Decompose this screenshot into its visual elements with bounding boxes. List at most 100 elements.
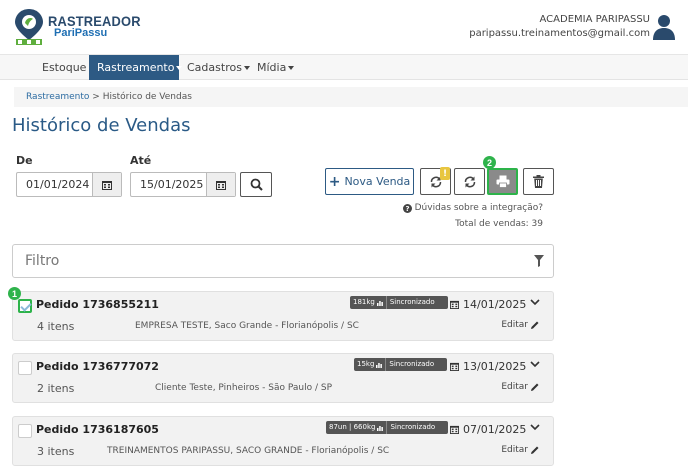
weight-tag: 15kg <box>354 358 386 371</box>
refresh-button[interactable] <box>454 168 485 195</box>
edit-order-link[interactable]: Editar <box>501 445 539 455</box>
weight-value: 87un | 660kg <box>329 423 376 431</box>
nav-label: Cadastros <box>187 61 242 74</box>
bar-chart-icon <box>377 425 384 431</box>
brand-subtitle: PariPassu <box>54 27 108 39</box>
user-organization: ACADEMIA PARIPASSU <box>539 14 650 25</box>
filter-input[interactable] <box>13 245 513 277</box>
order-date-value: 07/01/2025 <box>463 423 527 436</box>
order-card[interactable]: Pedido 1736187605 87un | 660kg Sincroniz… <box>12 416 554 466</box>
nav-item-midia[interactable]: Mídia <box>249 55 302 80</box>
app-header: RASTREADOR PariPassu ACADEMIA PARIPASSU … <box>0 0 688 55</box>
delete-button[interactable] <box>523 168 554 195</box>
calendar-icon <box>450 362 459 371</box>
nav-item-estoque[interactable]: Estoque <box>34 55 94 80</box>
from-date-label: De <box>16 154 33 167</box>
order-checkbox[interactable] <box>18 361 32 375</box>
calendar-icon <box>216 180 226 190</box>
weight-value: 181kg <box>353 298 375 306</box>
svg-text:?: ? <box>405 205 409 213</box>
plus-icon: + <box>328 173 341 190</box>
user-avatar-icon[interactable] <box>652 14 676 40</box>
new-sale-button[interactable]: + Nova Venda <box>325 168 414 195</box>
order-date-value: 13/01/2025 <box>463 360 527 373</box>
print-button[interactable] <box>487 168 518 195</box>
edit-label: Editar <box>501 445 528 455</box>
bar-chart-icon <box>376 300 383 306</box>
map-pin-logo-icon <box>15 9 43 45</box>
sync-status-tag: Sincronizado <box>385 296 448 309</box>
chevron-down-icon[interactable] <box>530 361 540 368</box>
calendar-icon <box>450 425 459 434</box>
calendar-icon <box>450 300 459 309</box>
breadcrumb-link-rastreamento[interactable]: Rastreamento <box>26 92 89 102</box>
order-date: 14/01/2025 <box>450 298 526 311</box>
from-calendar-button[interactable] <box>92 173 121 196</box>
nav-label: Rastreamento <box>97 61 175 74</box>
nav-label: Mídia <box>257 61 287 74</box>
order-title: Pedido 1736187605 <box>36 423 159 436</box>
pencil-icon <box>531 446 539 454</box>
nav-item-cadastros[interactable]: Cadastros <box>179 55 258 80</box>
search-icon <box>250 178 263 191</box>
order-checkbox[interactable] <box>18 299 32 313</box>
order-items-count: 3 itens <box>37 445 75 458</box>
pencil-icon <box>531 321 539 329</box>
order-card[interactable]: Pedido 1736855211 181kg Sincronizado 14/… <box>12 291 554 341</box>
to-date-field <box>130 172 236 197</box>
breadcrumb-current: Histórico de Vendas <box>102 92 192 102</box>
nav-item-rastreamento[interactable]: Rastreamento <box>89 55 183 80</box>
edit-order-link[interactable]: Editar <box>501 382 539 392</box>
weight-tag: 181kg <box>350 296 386 309</box>
integration-help-text: Dúvidas sobre a integração? <box>414 203 543 213</box>
search-button[interactable] <box>240 172 272 197</box>
pencil-icon <box>531 383 539 391</box>
order-client: Cliente Teste, Pinheiros - São Paulo / S… <box>155 383 333 393</box>
filter-box <box>12 244 554 278</box>
trash-icon <box>533 175 544 188</box>
order-client: TREINAMENTOS PARIPASSU, SACO GRANDE - Fl… <box>107 446 390 456</box>
total-sales: Total de vendas: 39 <box>455 219 543 229</box>
nav-label: Estoque <box>42 61 87 74</box>
step-badge-2: 2 <box>483 156 496 169</box>
new-sale-label: Nova Venda <box>344 175 411 188</box>
order-tags: 15kg Sincronizado <box>354 358 448 371</box>
from-date-input[interactable] <box>17 173 95 196</box>
order-items-count: 2 itens <box>37 382 75 395</box>
weight-tag: 87un | 660kg <box>326 421 387 434</box>
order-checkbox[interactable] <box>18 424 32 438</box>
bar-chart-icon <box>376 362 383 368</box>
from-date-field <box>16 172 122 197</box>
breadcrumb: Rastreamento > Histórico de Vendas <box>14 87 688 107</box>
main-nav: Estoque Rastreamento Cadastros Mídia <box>0 55 688 80</box>
refresh-icon <box>464 176 475 187</box>
order-date: 13/01/2025 <box>450 360 526 373</box>
edit-label: Editar <box>501 382 528 392</box>
to-date-input[interactable] <box>131 173 209 196</box>
edit-order-link[interactable]: Editar <box>501 320 539 330</box>
chevron-down-icon <box>288 66 295 70</box>
user-email: paripassu.treinamentos@gmail.com <box>469 28 650 39</box>
warning-badge: ! <box>440 167 450 180</box>
order-items-count: 4 itens <box>37 320 75 333</box>
order-title: Pedido 1736777072 <box>36 360 159 373</box>
to-calendar-button[interactable] <box>206 173 235 196</box>
sync-status-tag: Sincronizado <box>386 421 449 434</box>
order-tags: 87un | 660kg Sincronizado <box>326 421 449 434</box>
to-date-label: Até <box>130 154 152 167</box>
order-tags: 181kg Sincronizado <box>350 296 448 309</box>
chevron-down-icon[interactable] <box>530 299 540 306</box>
weight-value: 15kg <box>357 360 375 368</box>
breadcrumb-separator: > <box>92 92 100 102</box>
print-icon <box>496 175 509 188</box>
sync-status-tag: Sincronizado <box>385 358 448 371</box>
integration-help-link[interactable]: ? Dúvidas sobre a integração? <box>402 203 543 213</box>
question-circle-icon: ? <box>402 203 412 213</box>
chevron-down-icon[interactable] <box>530 424 540 431</box>
funnel-icon[interactable] <box>534 255 544 267</box>
order-date-value: 14/01/2025 <box>463 298 527 311</box>
brand-logo[interactable]: RASTREADOR PariPassu <box>12 7 141 49</box>
page-title: Histórico de Vendas <box>12 115 191 136</box>
order-title: Pedido 1736855211 <box>36 298 159 311</box>
order-card[interactable]: Pedido 1736777072 15kg Sincronizado 13/0… <box>12 353 554 403</box>
